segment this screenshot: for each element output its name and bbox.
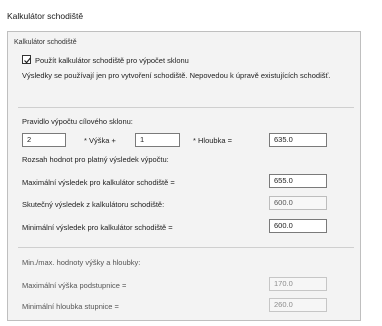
depth-multiplier-input[interactable]: 1 xyxy=(135,133,180,147)
depth-operator-label: * Hloubka = xyxy=(193,136,232,145)
min-result-input[interactable]: 600.0 xyxy=(269,219,327,233)
minmax-heading: Min./max. hodnoty výšky a hloubky: xyxy=(22,258,141,267)
checkmark-icon xyxy=(24,57,32,64)
max-result-input[interactable]: 655.0 xyxy=(269,174,327,188)
use-calculator-checkbox[interactable] xyxy=(22,55,32,64)
divider xyxy=(18,107,354,108)
divider xyxy=(18,247,354,248)
range-heading: Rozsah hodnot pro platný výsledek výpočt… xyxy=(22,155,169,164)
max-riser-field: 170.0 xyxy=(269,277,327,291)
min-result-label: Minimální výsledek pro kalkulátor schodi… xyxy=(22,223,173,232)
use-calculator-label[interactable]: Použít kalkulátor schodiště pro výpočet … xyxy=(35,56,189,65)
min-tread-label: Minimální hloubka stupnice = xyxy=(22,302,119,311)
actual-result-label: Skutečný výsledek z kalkulátoru schodišt… xyxy=(22,200,165,209)
actual-result-field: 600.0 xyxy=(269,196,327,210)
info-note: Výsledky se používají jen pro vytvoření … xyxy=(22,71,331,80)
window-title: Kalkulátor schodiště xyxy=(7,11,84,21)
height-operator-label: * Výška + xyxy=(84,136,116,145)
max-riser-label: Maximální výška podstupnice = xyxy=(22,281,127,290)
rule-heading: Pravidlo výpočtu cílového sklonu: xyxy=(22,117,133,126)
rule-result-field[interactable]: 635.0 xyxy=(269,133,327,147)
height-multiplier-input[interactable]: 2 xyxy=(22,133,66,147)
min-tread-field: 260.0 xyxy=(269,298,327,312)
group-label: Kalkulátor schodiště xyxy=(14,39,77,46)
max-result-label: Maximální výsledek pro kalkulátor schodi… xyxy=(22,178,175,187)
